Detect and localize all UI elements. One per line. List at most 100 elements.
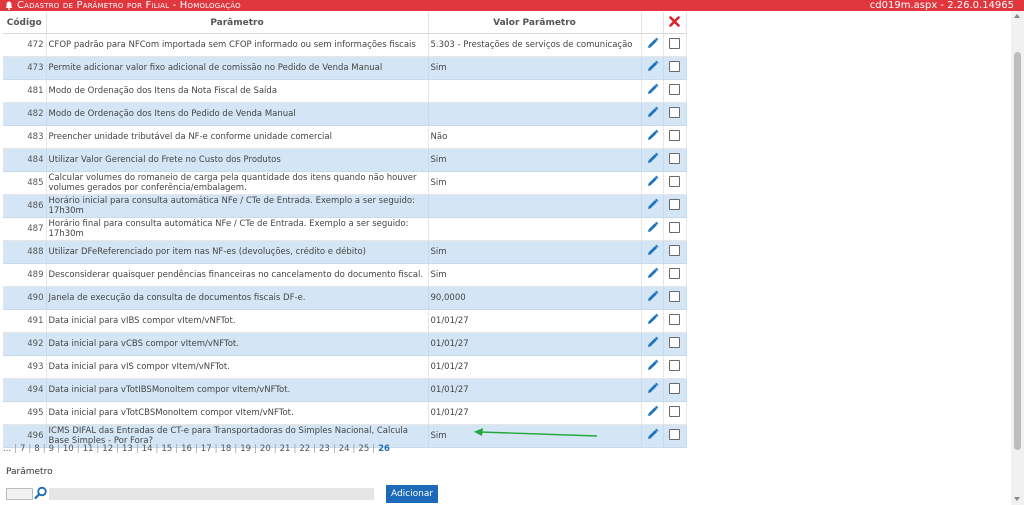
parameter-description-field: [49, 488, 374, 500]
row-edit-cell: [641, 194, 664, 218]
page-link[interactable]: 23: [319, 444, 330, 454]
row-select-checkbox[interactable]: [669, 38, 680, 49]
row-select-checkbox[interactable]: [669, 291, 680, 302]
delete-selected-icon[interactable]: [669, 15, 680, 27]
page-link[interactable]: 15: [161, 444, 172, 454]
edit-pencil-icon[interactable]: [646, 37, 659, 50]
row-value: 90,0000: [428, 286, 642, 310]
table-row[interactable]: 488 Utilizar DFeReferenciado por item nas…: [3, 240, 687, 264]
row-select-checkbox[interactable]: [669, 383, 680, 394]
edit-pencil-icon[interactable]: [646, 221, 659, 234]
edit-pencil-icon[interactable]: [646, 60, 659, 73]
row-select-checkbox[interactable]: [669, 337, 680, 348]
row-select-checkbox[interactable]: [669, 406, 680, 417]
column-header-value[interactable]: Valor Parâmetro: [428, 12, 642, 34]
table-row[interactable]: 490 Janela de execução da consulta de doc…: [3, 286, 687, 310]
row-select-checkbox[interactable]: [669, 153, 680, 164]
row-select-checkbox[interactable]: [669, 176, 680, 187]
edit-pencil-icon[interactable]: [646, 382, 659, 395]
table-row[interactable]: 493 Data inicial para vIS compor vItem/vN…: [3, 355, 687, 379]
table-row[interactable]: 484 Utilizar Valor Gerencial do Frete no …: [3, 148, 687, 172]
vertical-scrollbar[interactable]: [1011, 11, 1024, 505]
row-code: 492: [3, 332, 47, 356]
row-code: 472: [3, 33, 47, 57]
page-separator: |: [175, 444, 179, 454]
edit-pencil-icon[interactable]: [646, 290, 659, 303]
row-select-checkbox[interactable]: [669, 84, 680, 95]
page-link[interactable]: ...: [3, 444, 11, 454]
edit-pencil-icon[interactable]: [646, 83, 659, 96]
column-header-parameter[interactable]: Parâmetro: [46, 12, 429, 34]
scroll-down-arrow[interactable]: [1014, 497, 1020, 501]
table-row[interactable]: 492 Data inicial para vCBS compor vItem/v…: [3, 332, 687, 356]
edit-pencil-icon[interactable]: [646, 428, 659, 441]
edit-pencil-icon[interactable]: [646, 106, 659, 119]
edit-pencil-icon[interactable]: [646, 359, 659, 372]
page-link[interactable]: 20: [260, 444, 271, 454]
parameter-code-input[interactable]: [6, 488, 33, 500]
page-link[interactable]: 18: [221, 444, 232, 454]
scrollbar-thumb[interactable]: [1014, 52, 1021, 450]
edit-pencil-icon[interactable]: [646, 244, 659, 257]
edit-pencil-icon[interactable]: [646, 405, 659, 418]
row-edit-cell: [641, 125, 664, 149]
edit-pencil-icon[interactable]: [646, 152, 659, 165]
table-row[interactable]: 494 Data inicial para vTotIBSMonoItem com…: [3, 378, 687, 402]
table-row[interactable]: 482 Modo de Ordenação dos Itens do Pedido…: [3, 102, 687, 126]
edit-pencil-icon[interactable]: [646, 198, 659, 211]
row-select-checkbox[interactable]: [669, 199, 680, 210]
table-row[interactable]: 472 CFOP padrão para NFCom importada sem …: [3, 33, 687, 57]
row-select-cell: [663, 79, 687, 103]
page-link[interactable]: 17: [201, 444, 212, 454]
page-link[interactable]: 21: [280, 444, 291, 454]
row-value: Não: [428, 125, 642, 149]
page-link[interactable]: 22: [299, 444, 310, 454]
row-select-cell: [663, 378, 687, 402]
page-link[interactable]: 13: [122, 444, 133, 454]
page-link[interactable]: 16: [181, 444, 192, 454]
page-link[interactable]: 11: [83, 444, 94, 454]
row-select-cell: [663, 263, 687, 287]
column-header-code[interactable]: Código: [3, 12, 47, 34]
edit-pencil-icon[interactable]: [646, 267, 659, 280]
edit-pencil-icon[interactable]: [646, 175, 659, 188]
table-row[interactable]: 481 Modo de Ordenação dos Itens da Nota F…: [3, 79, 687, 103]
page-link[interactable]: 24: [339, 444, 350, 454]
table-row[interactable]: 489 Desconsiderar quaisquer pendências fi…: [3, 263, 687, 287]
row-select-checkbox[interactable]: [669, 268, 680, 279]
row-select-checkbox[interactable]: [669, 222, 680, 233]
row-code: 473: [3, 56, 47, 80]
row-parameter: Desconsiderar quaisquer pendências finan…: [46, 263, 429, 287]
table-row[interactable]: 483 Preencher unidade tributável da NF-e …: [3, 125, 687, 149]
table-row[interactable]: 473 Permite adicionar valor fixo adiciona…: [3, 56, 687, 80]
page-link[interactable]: 19: [240, 444, 251, 454]
page-link[interactable]: 8: [34, 444, 39, 454]
page-link[interactable]: 10: [63, 444, 74, 454]
page-link[interactable]: 12: [102, 444, 113, 454]
table-row[interactable]: 487 Horário final para consulta automátic…: [3, 217, 687, 241]
row-edit-cell: [641, 148, 664, 172]
page-link[interactable]: 25: [358, 444, 369, 454]
scroll-up-arrow[interactable]: [1014, 14, 1020, 18]
page-title: Cadastro de Parâmetro por Filial - Homol…: [17, 0, 241, 11]
row-select-checkbox[interactable]: [669, 360, 680, 371]
row-select-checkbox[interactable]: [669, 429, 680, 440]
annotation-arrow: [474, 428, 598, 437]
row-select-checkbox[interactable]: [669, 314, 680, 325]
table-row[interactable]: 486 Horário inicial para consulta automát…: [3, 194, 687, 218]
edit-pencil-icon[interactable]: [646, 336, 659, 349]
row-parameter: Janela de execução da consulta de docume…: [46, 286, 429, 310]
magnifier-icon[interactable]: [34, 486, 48, 500]
edit-pencil-icon[interactable]: [646, 313, 659, 326]
row-select-checkbox[interactable]: [669, 130, 680, 141]
table-row[interactable]: 491 Data inicial para vIBS compor vItem/v…: [3, 309, 687, 333]
page-separator: |: [14, 444, 17, 454]
edit-pencil-icon[interactable]: [646, 129, 659, 142]
table-row[interactable]: 485 Calcular volumes do romaneio de carga…: [3, 171, 687, 195]
page-link[interactable]: 26: [378, 444, 390, 454]
add-button[interactable]: Adicionar: [386, 485, 438, 503]
row-select-checkbox[interactable]: [669, 107, 680, 118]
row-select-checkbox[interactable]: [669, 61, 680, 72]
row-select-checkbox[interactable]: [669, 245, 680, 256]
page-link[interactable]: 14: [142, 444, 153, 454]
